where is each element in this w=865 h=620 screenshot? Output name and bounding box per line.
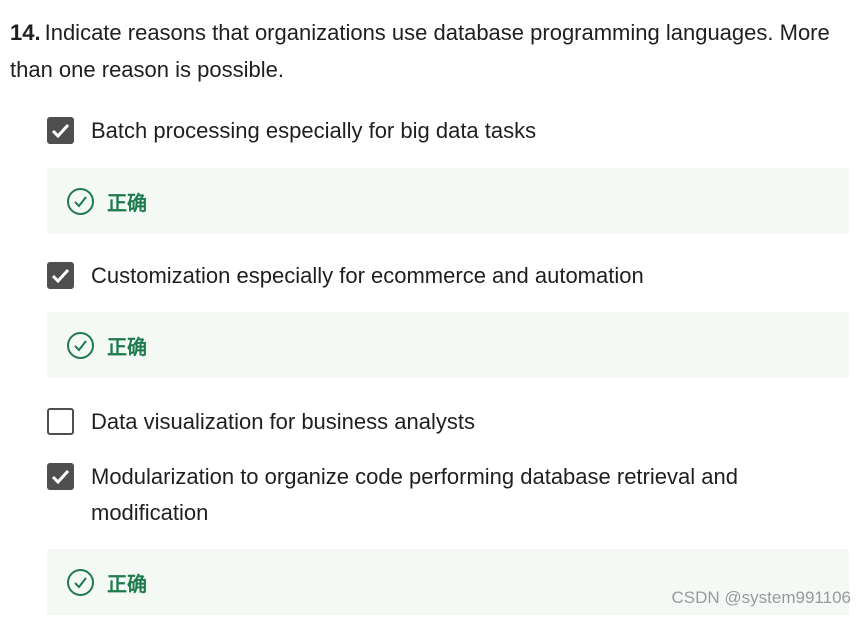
check-circle-icon [67, 568, 94, 596]
checkbox-unchecked[interactable] [47, 408, 74, 435]
feedback-correct: 正确 [47, 312, 849, 378]
option-label: Customization especially for ecommerce a… [91, 263, 644, 288]
option-2[interactable]: Customization especially for ecommerce a… [47, 258, 791, 294]
feedback-correct: 正确 [47, 168, 849, 234]
question-text: Indicate reasons that organizations use … [10, 20, 830, 82]
question-number: 14. [10, 20, 41, 45]
checkmark-icon [51, 469, 70, 484]
checkmark-icon [51, 123, 70, 138]
option-4[interactable]: Modularization to organize code performi… [47, 459, 791, 531]
option-label: Batch processing especially for big data… [91, 118, 537, 143]
checkbox-checked[interactable] [47, 262, 74, 289]
question: 14. Indicate reasons that organizations u… [10, 14, 855, 88]
checkbox-checked[interactable] [47, 117, 74, 144]
feedback-label: 正确 [107, 571, 147, 596]
watermark: CSDN @system991106 [671, 588, 851, 607]
option-1[interactable]: Batch processing especially for big data… [47, 113, 791, 149]
check-circle-icon [67, 331, 94, 359]
option-label: Data visualization for business analysts [91, 409, 475, 434]
checkbox-checked[interactable] [47, 463, 74, 490]
check-circle-icon [67, 187, 94, 215]
checkmark-icon [51, 268, 70, 283]
option-3[interactable]: Data visualization for business analysts [47, 404, 791, 440]
feedback-label: 正确 [107, 190, 147, 215]
option-label: Modularization to organize code performi… [91, 464, 738, 525]
feedback-label: 正确 [107, 334, 147, 359]
